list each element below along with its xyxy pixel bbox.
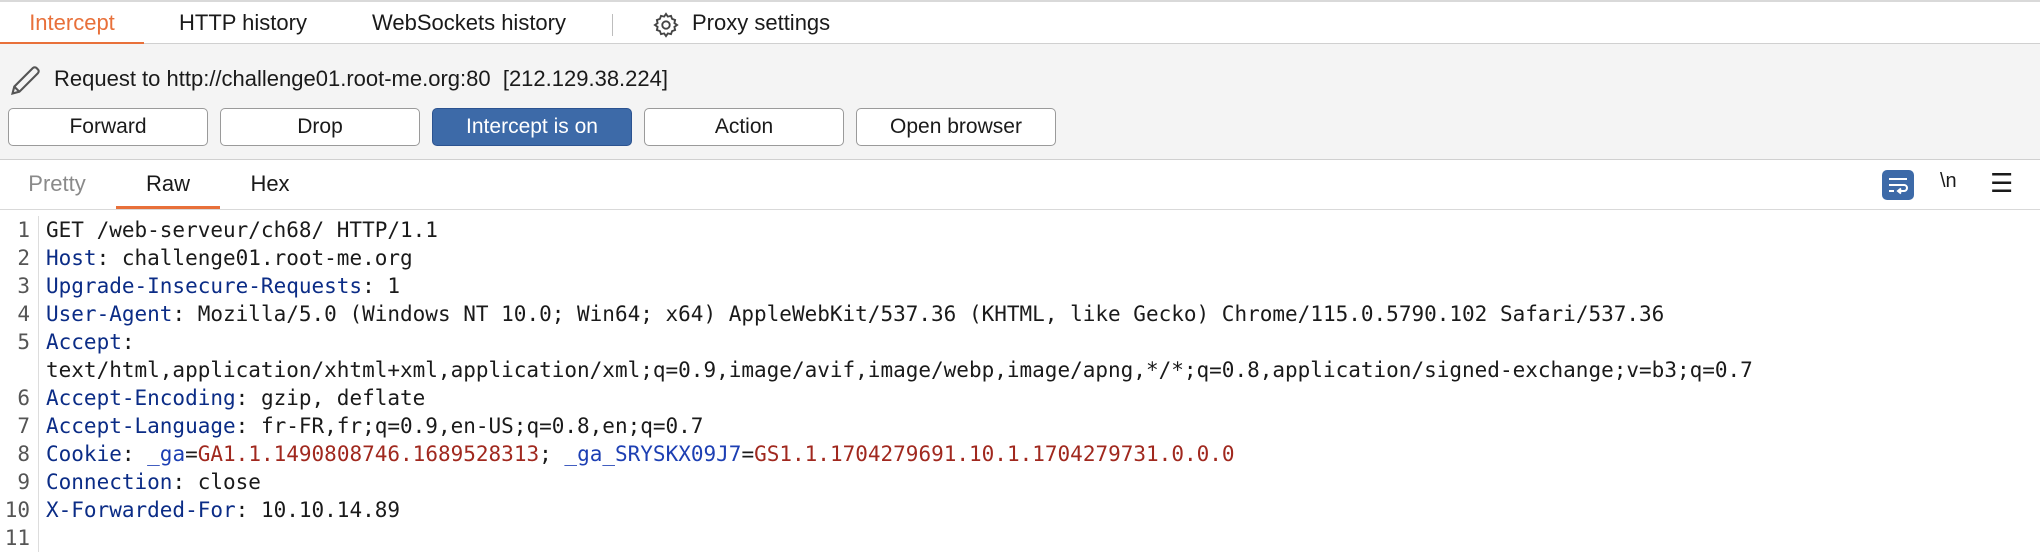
line-number: 3 [17, 274, 30, 298]
header-value: : [121, 330, 135, 354]
header-value: : challenge01.root-me.org [96, 246, 413, 270]
open-browser-button[interactable]: Open browser [856, 108, 1056, 146]
menu-icon[interactable]: ☰ [1990, 168, 2013, 199]
cookie-equals: = [741, 442, 755, 466]
header-upgrade-insecure-requests: Upgrade-Insecure-Requests: 1 [46, 272, 400, 300]
header-name: Host [46, 246, 97, 270]
drop-button[interactable]: Drop [220, 108, 420, 146]
line-number: 9 [17, 470, 30, 494]
header-name: X-Forwarded-For [46, 498, 236, 522]
header-name: Cookie [46, 442, 122, 466]
tab-hex[interactable]: Hex [244, 160, 296, 208]
tab-websockets-history[interactable]: WebSockets history [366, 2, 572, 44]
request-editor[interactable]: 1 2 3 4 5 6 7 8 9 10 11 GET /web-serveur… [0, 216, 2040, 552]
proxy-settings-label: Proxy settings [692, 10, 831, 35]
header-name: Upgrade-Insecure-Requests [46, 274, 363, 298]
line-number: 2 [17, 246, 30, 270]
request-line: GET /web-serveur/ch68/ HTTP/1.1 [46, 218, 438, 242]
header-value: : Mozilla/5.0 (Windows NT 10.0; Win64; x… [172, 302, 1665, 326]
intercept-toolbar: Request to http://challenge01.root-me.or… [0, 44, 2040, 160]
header-name: Accept [46, 330, 122, 354]
intercept-toggle-button[interactable]: Intercept is on [432, 108, 632, 146]
wrap-lines-icon [1889, 178, 1908, 195]
pencil-icon [11, 66, 40, 95]
request-target: Request to http://challenge01.root-me.or… [54, 66, 668, 91]
action-button[interactable]: Action [644, 108, 844, 146]
cookie-value: GA1.1.1490808746.1689528313 [197, 442, 540, 466]
tab-raw[interactable]: Raw [116, 160, 220, 209]
tab-intercept[interactable]: Intercept [0, 2, 144, 45]
line-number: 4 [17, 302, 30, 326]
header-value: : fr-FR,fr;q=0.9,en-US;q=0.8,en;q=0.7 [235, 414, 704, 438]
header-value: : close [172, 470, 261, 494]
header-accept-continuation: text/html,application/xhtml+xml,applicat… [46, 358, 1753, 382]
line-number: 8 [17, 442, 30, 466]
header-name: User-Agent [46, 302, 173, 326]
header-value: : gzip, deflate [235, 386, 426, 410]
header-value: : 10.10.14.89 [235, 498, 401, 522]
header-connection: Connection: close [46, 468, 261, 496]
header-user-agent: User-Agent: Mozilla/5.0 (Windows NT 10.0… [46, 300, 1664, 328]
wrap-lines-toggle[interactable] [1882, 170, 1914, 200]
gear-icon [653, 12, 679, 38]
tab-http-history[interactable]: HTTP history [172, 2, 314, 44]
header-name: Accept-Encoding [46, 386, 236, 410]
header-accept-encoding: Accept-Encoding: gzip, deflate [46, 384, 425, 412]
show-newlines-toggle[interactable]: \n [1940, 170, 1957, 193]
line-number: 1 [17, 218, 30, 242]
line-number: 6 [17, 386, 30, 410]
header-accept-language: Accept-Language: fr-FR,fr;q=0.9,en-US;q=… [46, 412, 703, 440]
proxy-tab-bar: Intercept HTTP history WebSockets histor… [0, 0, 2040, 45]
tab-pretty[interactable]: Pretty [20, 160, 94, 208]
header-x-forwarded-for: X-Forwarded-For: 10.10.14.89 [46, 496, 400, 524]
editor-tab-bar: Pretty Raw Hex [0, 160, 2040, 210]
header-host: Host: challenge01.root-me.org [46, 244, 413, 272]
header-cookie: Cookie: _ga=GA1.1.1490808746.1689528313;… [46, 440, 1235, 468]
line-gutter: 1 2 3 4 5 6 7 8 9 10 11 [0, 216, 39, 552]
line-number: 7 [17, 414, 30, 438]
cookie-key: _ga [147, 442, 186, 466]
cookie-value: GS1.1.1704279691.10.1.1704279731.0.0.0 [754, 442, 1235, 466]
header-name: Accept-Language [46, 414, 236, 438]
cookie-key: _ga_SRYSKX09J7 [564, 442, 742, 466]
line-number: 5 [17, 330, 30, 354]
cookie-separator: : [121, 442, 148, 466]
cookie-separator: ; [539, 442, 565, 466]
header-value: : 1 [362, 274, 401, 298]
header-name: Connection [46, 470, 173, 494]
line-number: 10 [4, 498, 30, 522]
proxy-settings-button[interactable]: Proxy settings [652, 2, 830, 44]
forward-button[interactable]: Forward [8, 108, 208, 146]
cookie-equals: = [185, 442, 198, 466]
line-number: 11 [4, 526, 30, 550]
tab-divider [612, 14, 613, 36]
header-accept: Accept: [46, 328, 135, 356]
